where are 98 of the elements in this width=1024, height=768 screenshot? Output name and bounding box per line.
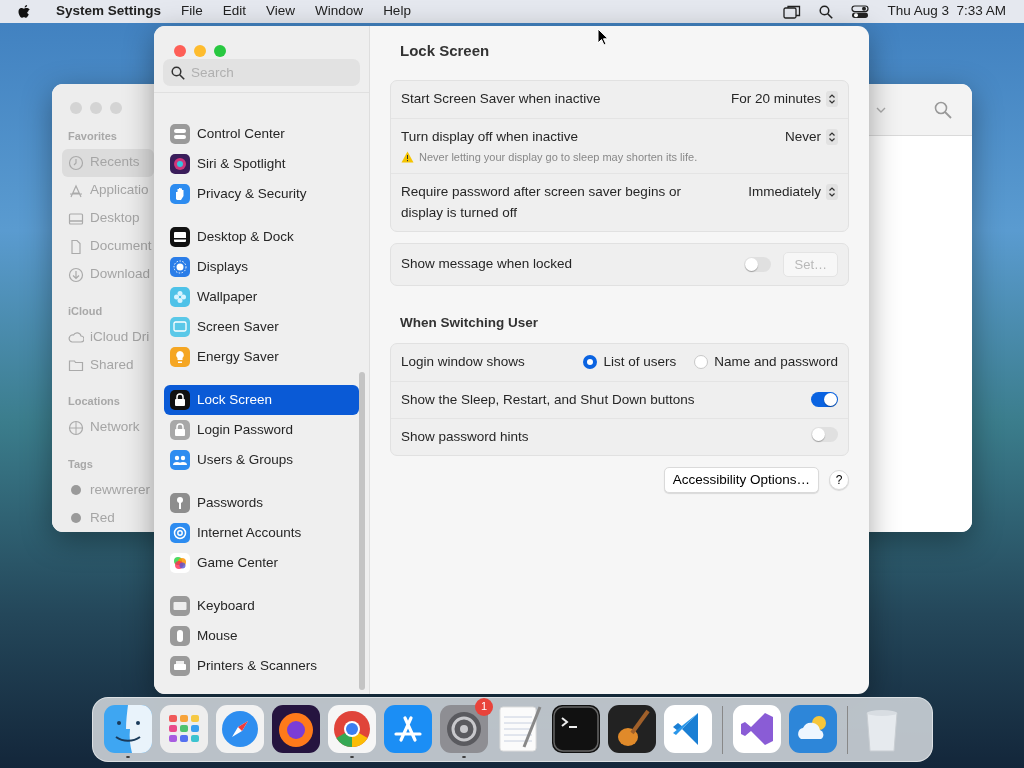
ide-icon[interactable]: [733, 704, 781, 753]
folder-icon: [68, 357, 84, 373]
desktop-icon: [68, 210, 84, 227]
sidebar-item[interactable]: Lock Screen: [164, 385, 359, 415]
toggle-switch[interactable]: [811, 426, 838, 442]
sidebar-item[interactable]: Displays: [164, 252, 359, 282]
control-center-icon[interactable]: [851, 4, 870, 19]
sidebar-item[interactable]: Game Center: [164, 548, 359, 578]
letter-a-logo-icon[interactable]: [384, 704, 432, 753]
setting-label: Turn display off when inactive: [401, 127, 580, 146]
up-down-chevron-icon: [826, 128, 838, 145]
menu-item[interactable]: Window: [305, 1, 374, 22]
sidebar-item[interactable]: Passwords: [164, 488, 359, 518]
section-heading: Locations: [68, 394, 121, 409]
orb-icon: [170, 154, 190, 174]
gear-icon[interactable]: [440, 704, 488, 753]
section-heading: Tags: [68, 456, 94, 472]
document-icon: [68, 238, 84, 255]
key-icon: [170, 493, 190, 513]
sidebar-item[interactable]: Privacy & Security: [164, 179, 359, 209]
cloud-icon: [68, 329, 84, 345]
download-icon: [68, 266, 84, 283]
cloud-sun-icon[interactable]: [789, 704, 837, 753]
apple-icon[interactable]: [18, 3, 32, 20]
setting-label: Show the Sleep, Restart, and Shut Down buttons: [401, 390, 696, 409]
sidebar-item[interactable]: Mouse: [164, 621, 359, 651]
sidebar-item[interactable]: Desktop & Dock: [164, 222, 359, 252]
search-icon[interactable]: [819, 4, 834, 19]
smiling-face-icon[interactable]: [104, 704, 152, 753]
clock[interactable]: Thu Aug 3 7:33 AM: [887, 1, 1006, 22]
keyboard-icon: [170, 596, 190, 616]
hand-icon: [170, 184, 190, 204]
tag-dot-icon: [68, 510, 84, 526]
zoom-button[interactable]: [214, 45, 226, 57]
close-button[interactable]: [174, 45, 186, 57]
terminal-icon[interactable]: [552, 704, 600, 753]
popup-button[interactable]: Immediately: [748, 182, 838, 203]
popup-button[interactable]: For 20 minutes: [730, 88, 838, 110]
setting-label: Show message when locked: [401, 255, 574, 274]
dock-display-icon: [170, 227, 190, 247]
flower-icon: [170, 287, 190, 307]
popup-button[interactable]: Never: [785, 126, 838, 147]
notepad-pen-icon[interactable]: [496, 704, 544, 753]
sidebar-item[interactable]: Energy Saver: [164, 342, 359, 372]
section-heading: When Switching User: [400, 314, 539, 333]
setting-label: Login window shows: [401, 352, 526, 371]
lightbulb-icon: [170, 347, 190, 367]
scrollbar[interactable]: [359, 372, 365, 690]
section-heading: iCloud: [68, 303, 104, 319]
sidebar-item[interactable]: Control Center: [164, 119, 359, 149]
sidebar-item[interactable]: Wallpaper: [164, 282, 359, 312]
app-grid-icon[interactable]: [160, 704, 208, 753]
up-down-chevron-icon: [826, 184, 838, 201]
radio-option[interactable]: List of users: [583, 351, 677, 373]
guitar-icon[interactable]: [608, 704, 656, 753]
menu-item[interactable]: Edit: [212, 1, 257, 22]
padlock-icon: [170, 390, 190, 410]
setting-label: Start Screen Saver when inactive: [401, 89, 602, 108]
round-logo-icon[interactable]: [328, 704, 376, 753]
sidebar-item[interactable]: Printers & Scanners: [164, 651, 359, 681]
radio-option[interactable]: Name and password: [694, 351, 838, 373]
up-down-chevron-icon: [826, 91, 838, 107]
warning-icon: [401, 151, 414, 163]
sidebar-item[interactable]: Screen Saver: [164, 312, 359, 342]
setting-label: Show password hints: [401, 427, 530, 446]
people-icon: [170, 450, 190, 470]
help-button[interactable]: ?: [829, 470, 849, 491]
chevron-down-icon[interactable]: [876, 106, 886, 113]
mouse-icon: [170, 626, 190, 646]
tag-dot-icon: [68, 482, 84, 498]
clock-icon: [68, 154, 84, 171]
screen-mirroring-icon[interactable]: [783, 4, 802, 19]
toggle-switch[interactable]: [811, 392, 838, 408]
sidebar-item[interactable]: Siri & Spotlight: [164, 149, 359, 179]
sidebar-item[interactable]: Users & Groups: [164, 445, 359, 475]
accessibility-options-button[interactable]: Accessibility Options…: [663, 467, 819, 494]
menu-item[interactable]: View: [256, 1, 306, 22]
printer-icon: [170, 656, 190, 676]
toggle-switch[interactable]: [744, 257, 772, 272]
section-heading: Favorites: [68, 129, 118, 144]
app-menu[interactable]: System Settings: [46, 1, 172, 22]
at-sign-icon: [170, 523, 190, 543]
menu-item[interactable]: File: [171, 1, 213, 22]
padlock-icon: [170, 420, 190, 440]
sidebar-item[interactable]: Internet Accounts: [164, 518, 359, 548]
sidebar-item[interactable]: Keyboard: [164, 591, 359, 621]
notification-badge: 1: [475, 697, 493, 716]
compass-icon[interactable]: [216, 704, 264, 753]
sun-icon: [170, 257, 190, 277]
screen-icon: [170, 317, 190, 337]
sidebar-item[interactable]: Login Password: [164, 415, 359, 445]
code-editor-icon[interactable]: [664, 704, 712, 753]
menu-item[interactable]: Help: [373, 1, 421, 22]
warning-text: Never letting your display go to sleep may shorten its life.: [419, 149, 698, 165]
setting-label: Require password after screen saver begins or display is turned off: [401, 183, 682, 222]
bubbles-icon: [170, 553, 190, 573]
switches-icon: [170, 124, 190, 144]
page-title: Lock Screen: [400, 41, 491, 61]
